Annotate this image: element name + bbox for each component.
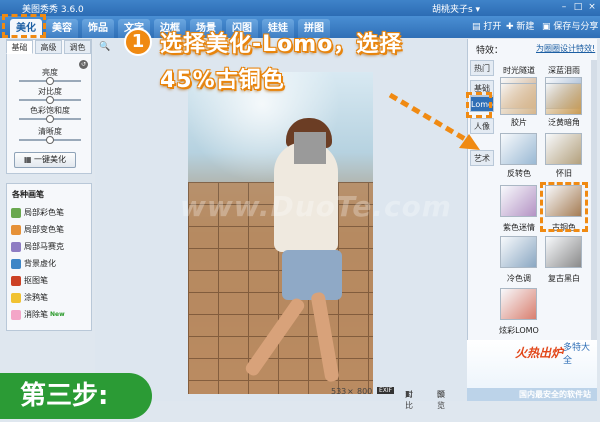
new-badge: New xyxy=(50,311,65,318)
reset-icon[interactable]: ↺ xyxy=(79,60,88,69)
step-banner: 第三步: xyxy=(0,373,152,419)
brush-icon xyxy=(11,292,21,303)
effect-thumb-retro-bw[interactable] xyxy=(545,236,582,268)
watermark: www.DuoTe.com xyxy=(180,190,452,223)
effect-thumb-purple[interactable] xyxy=(500,185,537,217)
image-height: 800 xyxy=(357,387,373,396)
user-menu[interactable]: 胡桃夹子s ▾ xyxy=(432,2,480,15)
effect-label: 炫彩LOMO xyxy=(499,326,539,335)
figure-skirt xyxy=(282,250,342,300)
saturation-slider[interactable] xyxy=(19,115,81,123)
brush-panel-title: 各种画笔 xyxy=(12,190,44,199)
brush-item[interactable]: 局部马赛克 xyxy=(11,240,91,253)
effect-label: 冷色调 xyxy=(507,274,531,283)
effect-label: 泛黄暗角 xyxy=(548,118,580,127)
edited-photo xyxy=(188,72,373,394)
contrast-slider[interactable] xyxy=(19,96,81,104)
ad-site: 多特大全 xyxy=(563,343,591,366)
blurred-face xyxy=(294,132,326,164)
effect-label: 时光隧道 xyxy=(503,66,535,75)
design-effects-link[interactable]: 为圈圈设计特效! xyxy=(536,43,595,54)
effect-label: 深蓝泪雨 xyxy=(548,66,580,75)
title-bar: 美图秀秀 3.6.0 胡桃夹子s ▾ – □ × xyxy=(0,0,600,16)
brush-icon xyxy=(11,258,21,269)
brush-icon xyxy=(11,207,21,218)
brush-icon xyxy=(11,224,21,235)
brush-icon xyxy=(11,241,21,252)
exif-button[interactable]: EXIF xyxy=(377,387,395,394)
ad-slogan: 国内最安全的软件站 xyxy=(467,388,597,401)
effect-thumb-film[interactable] xyxy=(500,83,537,115)
effect-label: 紫色迷情 xyxy=(503,223,535,232)
step-number-badge: 1 xyxy=(124,28,152,56)
arrow-icon xyxy=(388,92,480,150)
brush-item[interactable]: 局部变色笔 xyxy=(11,223,91,236)
highlight-bronze-effect xyxy=(540,182,588,232)
sharpness-slider[interactable] xyxy=(19,136,81,144)
save-share-button[interactable]: ▣ 保存与分享 xyxy=(542,19,598,32)
slider-thumb[interactable] xyxy=(46,77,54,85)
brightness-slider[interactable] xyxy=(19,77,81,85)
brush-item[interactable]: 涂鸦笔 xyxy=(11,291,91,304)
adjust-subtabs: 基础 高级 调色 xyxy=(6,40,92,54)
beautify-icon: ▦ xyxy=(23,155,35,164)
brush-panel: 各种画笔 局部彩色笔 局部变色笔 局部马赛克 背景虚化 抠图笔 涂鸦笔 消除笔 N… xyxy=(6,183,92,331)
close-button[interactable]: × xyxy=(586,2,598,13)
minimize-button[interactable]: – xyxy=(558,2,570,13)
size-separator: × xyxy=(347,387,354,396)
effect-label: 怀旧 xyxy=(556,169,572,178)
effect-thumb-nostalgia[interactable] xyxy=(545,133,582,165)
maximize-button[interactable]: □ xyxy=(572,2,584,13)
open-button[interactable]: ▤ 打开 xyxy=(472,19,501,32)
new-button[interactable]: ✚ 新建 xyxy=(506,19,534,32)
annotation-line-2: 45%古铜色 xyxy=(160,68,285,93)
plus-icon: ✚ xyxy=(506,22,517,32)
image-width: 533 xyxy=(331,387,347,396)
effects-title: 特效： xyxy=(476,46,504,56)
one-click-beautify-button[interactable]: ▦ 一键美化 xyxy=(14,152,76,168)
effect-label: 复古黑白 xyxy=(548,274,580,283)
ad-headline: 火热出炉 xyxy=(515,346,564,360)
slider-thumb[interactable] xyxy=(46,136,54,144)
subtab-color[interactable]: 调色 xyxy=(64,40,91,54)
brush-item[interactable]: 消除笔 New xyxy=(11,308,91,321)
effects-scrollbar[interactable] xyxy=(591,60,597,340)
brush-item[interactable]: 抠图笔 xyxy=(11,274,91,287)
effects-cat-hot[interactable]: 热门 xyxy=(470,60,494,76)
effect-label: 反转色 xyxy=(507,169,531,178)
brush-item[interactable]: 局部彩色笔 xyxy=(11,206,91,219)
effect-thumb-yellow-vignette[interactable] xyxy=(545,83,582,115)
brush-icon xyxy=(11,309,21,320)
slider-thumb[interactable] xyxy=(46,96,54,104)
annotation-line-1: 选择美化-Lomo，选择 xyxy=(160,32,403,57)
subtab-advanced[interactable]: 高级 xyxy=(35,40,62,54)
slider-thumb[interactable] xyxy=(46,115,54,123)
effect-thumb-cool[interactable] xyxy=(500,236,537,268)
zoom-icon[interactable]: 🔍 xyxy=(99,42,110,52)
ad-banner[interactable]: 火热出炉 多特大全 国内最安全的软件站 xyxy=(467,340,597,401)
effect-thumb-colorful-lomo[interactable] xyxy=(500,288,537,320)
tab-cosmetic[interactable]: 美容 xyxy=(46,19,78,38)
brush-icon xyxy=(11,275,21,286)
brush-item[interactable]: 背景虚化 xyxy=(11,257,91,270)
save-icon: ▣ xyxy=(542,22,554,32)
tab-accessories[interactable]: 饰品 xyxy=(82,19,114,38)
highlight-beautify-tab xyxy=(2,14,46,38)
effect-thumb-invert[interactable] xyxy=(500,133,537,165)
subtab-basic[interactable]: 基础 xyxy=(6,40,33,54)
folder-icon: ▤ xyxy=(472,22,484,32)
effect-label: 胶片 xyxy=(511,118,527,127)
